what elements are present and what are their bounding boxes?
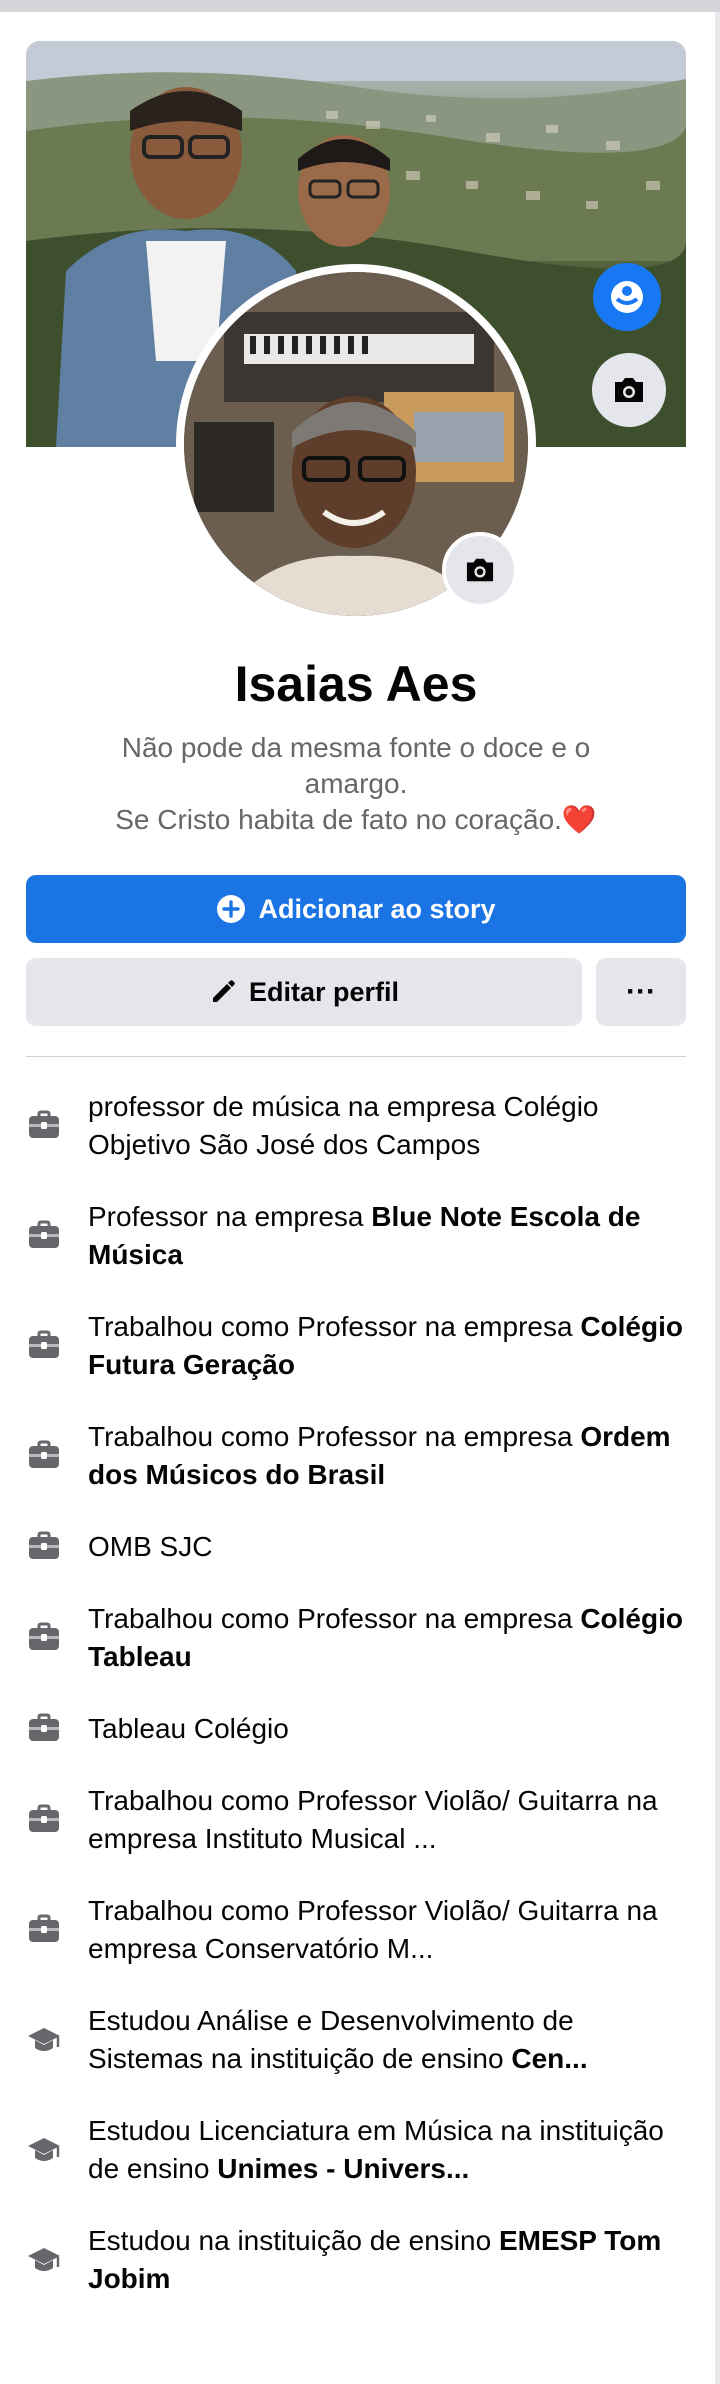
briefcase-icon: [26, 1529, 62, 1565]
info-text: Estudou na instituição de ensino EMESP T…: [88, 2222, 686, 2298]
avatar-badge-icon[interactable]: [593, 263, 661, 331]
bio-line-1: Não pode da mesma fonte o doce e o amarg…: [121, 732, 591, 799]
info-text: OMB SJC: [88, 1528, 686, 1566]
info-text-regular: Trabalhou como Professor na empresa: [88, 1311, 581, 1342]
info-text-regular: Trabalhou como Professor na empresa: [88, 1421, 581, 1452]
info-text: Tableau Colégio: [88, 1710, 686, 1748]
info-item[interactable]: Trabalhou como Professor Violão/ Guitarr…: [26, 1892, 686, 1968]
section-divider: [26, 1056, 686, 1057]
heart-emoji: ❤️: [561, 804, 597, 835]
avatar-camera-icon[interactable]: [442, 532, 518, 608]
info-text-regular: Trabalhou como Professor Violão/ Guitarr…: [88, 1895, 658, 1964]
info-text-emphasis[interactable]: Cen...: [511, 2043, 587, 2074]
info-text-regular: Trabalhou como Professor na empresa: [88, 1603, 581, 1634]
edit-profile-label: Editar perfil: [248, 976, 400, 1007]
more-options-button[interactable]: ···: [596, 958, 686, 1026]
graduation-cap-icon: [26, 2242, 62, 2278]
briefcase-icon: [26, 1438, 62, 1474]
info-text-regular: Professor na empresa: [88, 1201, 372, 1232]
info-text: professor de música na empresa Colégio O…: [88, 1088, 686, 1164]
profile-name: Isaias Aes: [234, 656, 478, 712]
briefcase-icon: [26, 1108, 62, 1144]
info-text: Professor na empresa Blue Note Escola de…: [88, 1198, 686, 1274]
info-text-regular: Estudou Análise e Desenvolvimento de Sis…: [88, 2005, 574, 2074]
info-item[interactable]: professor de música na empresa Colégio O…: [26, 1088, 686, 1164]
info-text: Estudou Licenciatura em Música na instit…: [88, 2112, 686, 2188]
profile-bio: Não pode da mesma fonte o doce e o amarg…: [70, 730, 642, 838]
bio-line-2: Se Cristo habita de fato no coração.❤️: [115, 804, 597, 835]
more-icon: ···: [626, 975, 656, 1008]
cover-camera-icon[interactable]: [592, 353, 666, 427]
graduation-cap-icon: [26, 2132, 62, 2168]
profile-details-list: professor de música na empresa Colégio O…: [26, 1088, 686, 2332]
info-item[interactable]: Trabalhou como Professor na empresa Orde…: [26, 1418, 686, 1494]
info-text-regular: Trabalhou como Professor Violão/ Guitarr…: [88, 1785, 658, 1854]
graduation-cap-icon: [26, 2022, 62, 2058]
briefcase-icon: [26, 1912, 62, 1948]
info-text-regular: Tableau Colégio: [88, 1713, 289, 1744]
info-item[interactable]: Trabalhou como Professor Violão/ Guitarr…: [26, 1782, 686, 1858]
add-story-button[interactable]: Adicionar ao story: [26, 875, 686, 943]
briefcase-icon: [26, 1802, 62, 1838]
briefcase-icon: [26, 1218, 62, 1254]
scrollbar[interactable]: [715, 12, 720, 2384]
info-text: Trabalhou como Professor na empresa Colé…: [88, 1600, 686, 1676]
info-item[interactable]: Estudou Análise e Desenvolvimento de Sis…: [26, 2002, 686, 2078]
info-text: Trabalhou como Professor na empresa Orde…: [88, 1418, 686, 1494]
top-status-strip: [0, 0, 720, 12]
info-text: Trabalhou como Professor Violão/ Guitarr…: [88, 1892, 686, 1968]
edit-profile-button[interactable]: Editar perfil: [26, 958, 582, 1026]
plus-circle-icon: [217, 895, 246, 923]
add-story-label: Adicionar ao story: [258, 893, 496, 924]
briefcase-icon: [26, 1328, 62, 1364]
info-item[interactable]: Trabalhou como Professor na empresa Colé…: [26, 1600, 686, 1676]
info-item[interactable]: OMB SJC: [26, 1528, 686, 1566]
briefcase-icon: [26, 1620, 62, 1656]
info-text-regular: Estudou na instituição de ensino: [88, 2225, 499, 2256]
info-item[interactable]: Professor na empresa Blue Note Escola de…: [26, 1198, 686, 1274]
info-item[interactable]: Trabalhou como Professor na empresa Colé…: [26, 1308, 686, 1384]
info-item[interactable]: Tableau Colégio: [26, 1710, 686, 1748]
info-text-regular: OMB SJC: [88, 1531, 213, 1562]
info-item[interactable]: Estudou Licenciatura em Música na instit…: [26, 2112, 686, 2188]
info-text: Trabalhou como Professor na empresa Colé…: [88, 1308, 686, 1384]
briefcase-icon: [26, 1711, 62, 1747]
pencil-icon: [212, 980, 235, 1002]
info-text: Estudou Análise e Desenvolvimento de Sis…: [88, 2002, 686, 2078]
info-text: Trabalhou como Professor Violão/ Guitarr…: [88, 1782, 686, 1858]
info-text-regular: professor de música na empresa Colégio O…: [88, 1091, 599, 1160]
info-text-emphasis[interactable]: Unimes - Univers...: [217, 2153, 469, 2184]
info-item[interactable]: Estudou na instituição de ensino EMESP T…: [26, 2222, 686, 2298]
